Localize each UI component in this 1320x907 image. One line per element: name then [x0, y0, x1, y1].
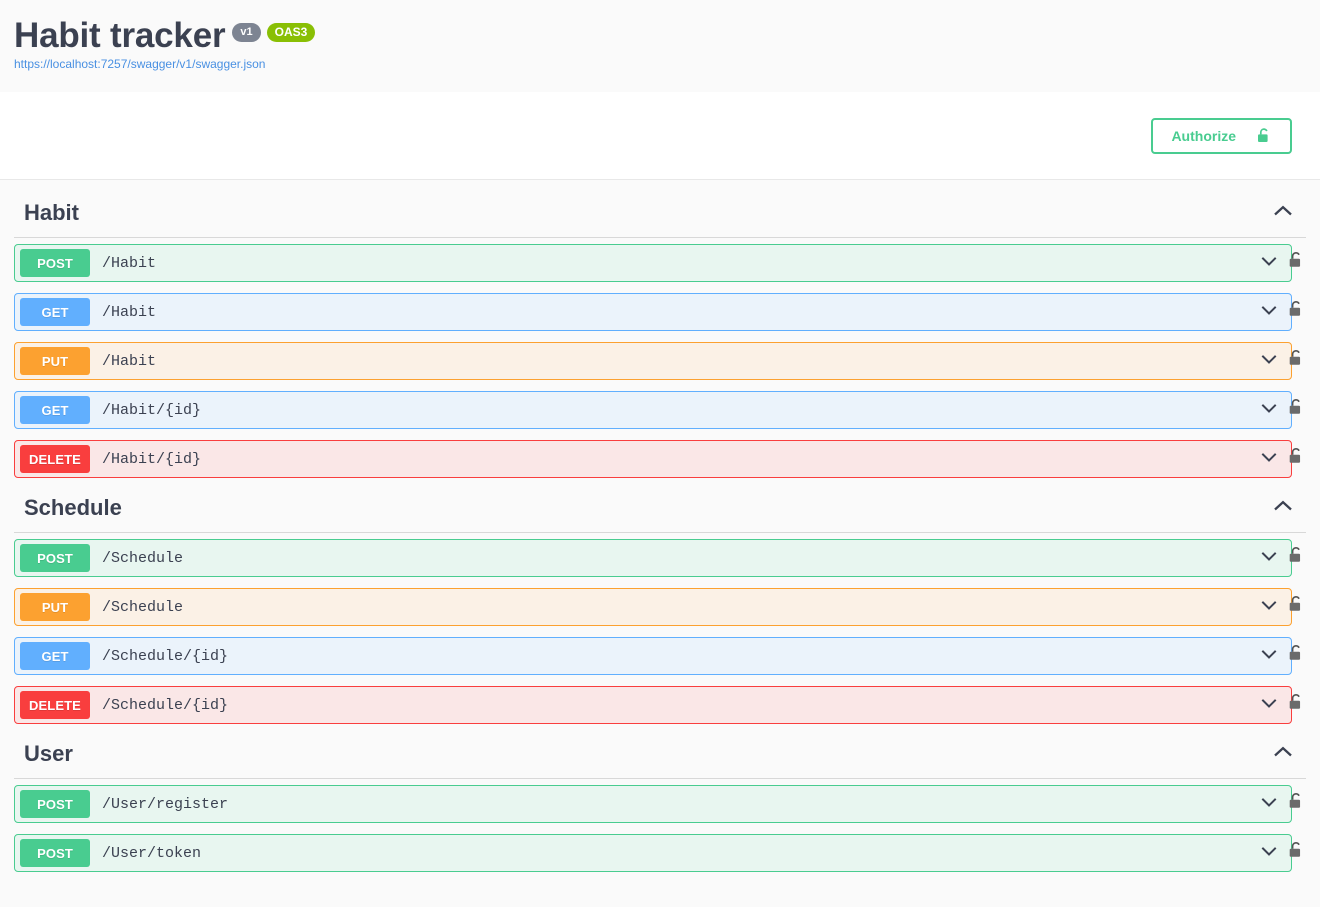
lock-icon[interactable] — [1287, 300, 1305, 325]
operation-path: /Habit/{id} — [102, 450, 202, 468]
operation-path: /Habit — [102, 352, 157, 370]
chevron-down-icon[interactable] — [1259, 595, 1279, 620]
chevron-down-icon[interactable] — [1259, 644, 1279, 669]
operations-container: Habit POST /Habit GET /Habit PUT /Habit … — [0, 180, 1320, 872]
authorize-button[interactable]: Authorize — [1151, 117, 1292, 154]
chevron-down-icon[interactable] — [1259, 398, 1279, 423]
page-title: Habit tracker — [14, 16, 226, 55]
operation-path: /Habit — [102, 254, 157, 272]
operation-row[interactable]: GET /Schedule/{id} — [14, 637, 1301, 675]
tag-section-schedule: Schedule POST /Schedule PUT /Schedule GE… — [14, 489, 1306, 724]
operation-path: /Habit — [102, 303, 157, 321]
operation-controls — [1259, 792, 1283, 817]
operation-path: /User/token — [102, 844, 202, 862]
operation-path: /Schedule — [102, 549, 184, 567]
operation-controls — [1259, 546, 1283, 571]
operation-controls — [1259, 595, 1283, 620]
http-method-badge: GET — [20, 396, 90, 424]
version-badge: v1 — [232, 23, 261, 42]
tag-title: Schedule — [24, 495, 122, 521]
lock-icon[interactable] — [1287, 792, 1305, 817]
operation-controls — [1259, 398, 1283, 423]
swagger-spec-link[interactable]: https://localhost:7257/swagger/v1/swagge… — [0, 57, 1320, 71]
operation-path: /Schedule/{id} — [102, 696, 229, 714]
lock-icon[interactable] — [1287, 595, 1305, 620]
operation-controls — [1259, 349, 1283, 374]
operation-row[interactable]: GET /Habit — [14, 293, 1301, 331]
operation-row[interactable]: POST /Schedule — [14, 539, 1301, 577]
chevron-down-icon[interactable] — [1259, 693, 1279, 718]
operation-row[interactable]: POST /User/token — [14, 834, 1301, 872]
tag-section-user: User POST /User/register POST /User/toke… — [14, 735, 1306, 872]
chevron-down-icon[interactable] — [1259, 349, 1279, 374]
chevron-up-icon[interactable] — [1272, 200, 1294, 227]
scheme-bar: Authorize — [0, 92, 1320, 180]
tag-section-habit: Habit POST /Habit GET /Habit PUT /Habit … — [14, 194, 1306, 478]
authorize-button-label: Authorize — [1171, 127, 1236, 144]
chevron-down-icon[interactable] — [1259, 300, 1279, 325]
tag-title: User — [24, 741, 73, 767]
operation-controls — [1259, 447, 1283, 472]
tag-header-habit[interactable]: Habit — [14, 194, 1306, 238]
tag-title: Habit — [24, 200, 79, 226]
http-method-badge: POST — [20, 544, 90, 572]
tag-header-schedule[interactable]: Schedule — [14, 489, 1306, 533]
http-method-badge: PUT — [20, 347, 90, 375]
lock-icon[interactable] — [1287, 447, 1305, 472]
chevron-down-icon[interactable] — [1259, 841, 1279, 866]
unlock-icon — [1256, 127, 1272, 145]
chevron-up-icon[interactable] — [1272, 495, 1294, 522]
http-method-badge: DELETE — [20, 445, 90, 473]
operation-row[interactable]: GET /Habit/{id} — [14, 391, 1301, 429]
operation-path: /Schedule/{id} — [102, 647, 229, 665]
tag-header-user[interactable]: User — [14, 735, 1306, 779]
chevron-up-icon[interactable] — [1272, 741, 1294, 768]
http-method-badge: DELETE — [20, 691, 90, 719]
operation-path: /Habit/{id} — [102, 401, 202, 419]
operation-row[interactable]: POST /User/register — [14, 785, 1301, 823]
operation-row[interactable]: DELETE /Habit/{id} — [14, 440, 1301, 478]
http-method-badge: PUT — [20, 593, 90, 621]
title-row: Habit tracker v1 OAS3 — [0, 16, 1320, 55]
operation-row[interactable]: POST /Habit — [14, 244, 1301, 282]
operation-row[interactable]: PUT /Schedule — [14, 588, 1301, 626]
operation-row[interactable]: DELETE /Schedule/{id} — [14, 686, 1301, 724]
http-method-badge: POST — [20, 249, 90, 277]
lock-icon[interactable] — [1287, 644, 1305, 669]
lock-icon[interactable] — [1287, 251, 1305, 276]
lock-icon[interactable] — [1287, 841, 1305, 866]
lock-icon[interactable] — [1287, 546, 1305, 571]
operation-controls — [1259, 300, 1283, 325]
api-header: Habit tracker v1 OAS3 https://localhost:… — [0, 0, 1320, 92]
lock-icon[interactable] — [1287, 693, 1305, 718]
chevron-down-icon[interactable] — [1259, 447, 1279, 472]
chevron-down-icon[interactable] — [1259, 546, 1279, 571]
operation-controls — [1259, 644, 1283, 669]
oas-version-badge: OAS3 — [266, 23, 316, 42]
operation-path: /Schedule — [102, 598, 184, 616]
operation-path: /User/register — [102, 795, 229, 813]
http-method-badge: GET — [20, 298, 90, 326]
lock-icon[interactable] — [1287, 398, 1305, 423]
chevron-down-icon[interactable] — [1259, 251, 1279, 276]
chevron-down-icon[interactable] — [1259, 792, 1279, 817]
operation-row[interactable]: PUT /Habit — [14, 342, 1301, 380]
lock-icon[interactable] — [1287, 349, 1305, 374]
http-method-badge: GET — [20, 642, 90, 670]
badge-group: v1 OAS3 — [232, 23, 316, 42]
http-method-badge: POST — [20, 790, 90, 818]
operation-controls — [1259, 693, 1283, 718]
operation-controls — [1259, 251, 1283, 276]
http-method-badge: POST — [20, 839, 90, 867]
operation-controls — [1259, 841, 1283, 866]
